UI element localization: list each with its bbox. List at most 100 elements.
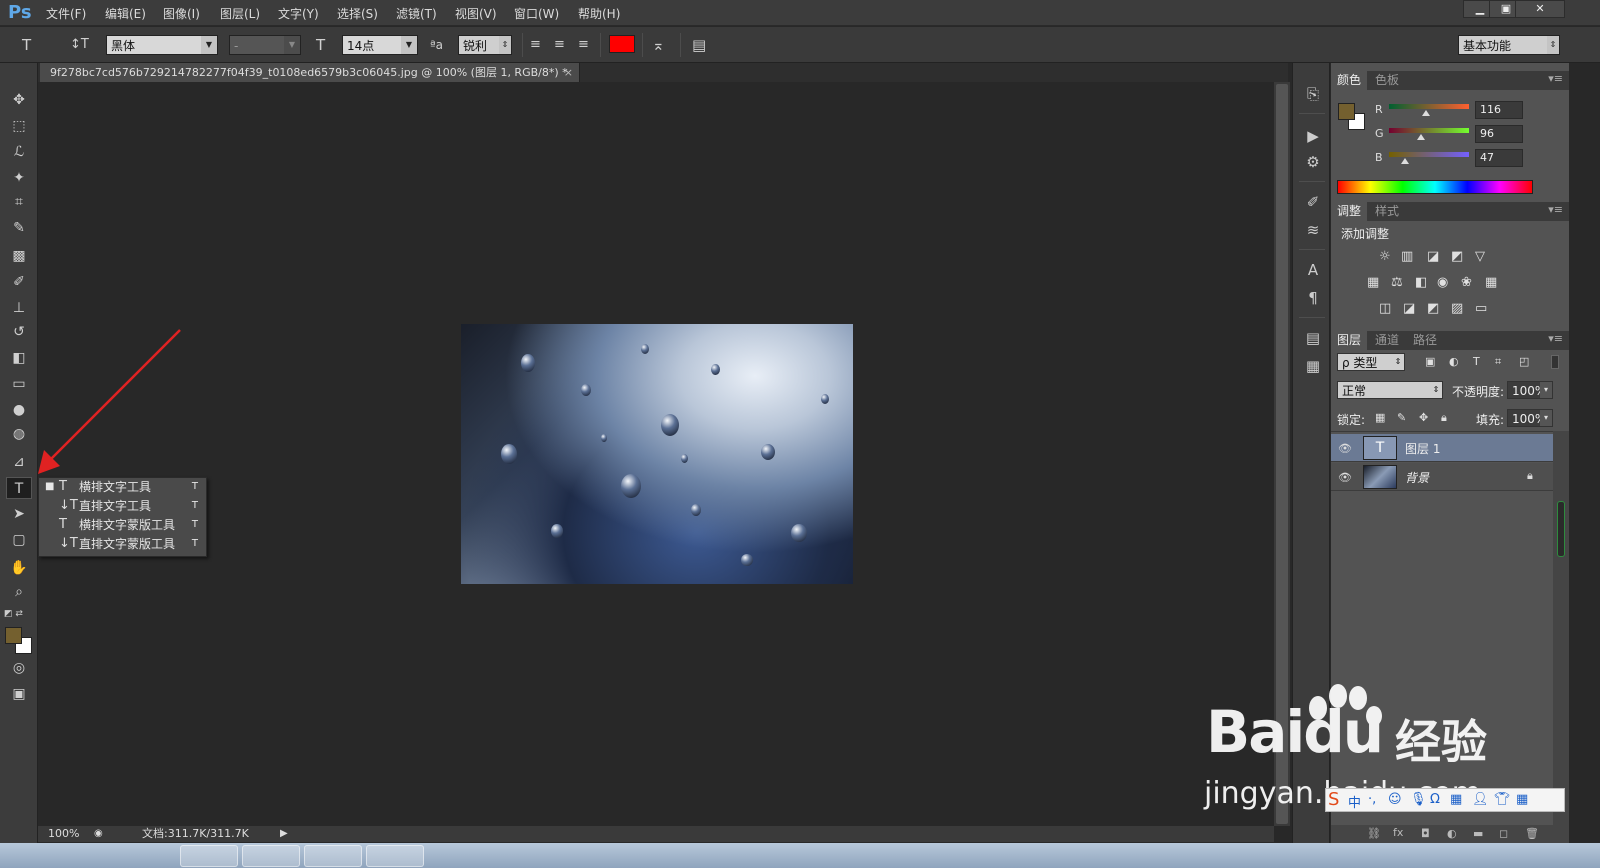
taskbar-button[interactable] — [180, 845, 238, 867]
ime-toolbar[interactable]: S 中 ·, ☺ 🎙︎ Ω ▦ 👤︎ 👕︎ ▦ — [1325, 788, 1565, 812]
menu-help[interactable]: 帮助(H) — [578, 5, 620, 22]
gradient-map-icon[interactable]: ▨ — [1451, 301, 1463, 316]
tab-styles[interactable]: 样式 — [1369, 202, 1405, 221]
dodge-tool-icon[interactable]: ◍ — [6, 423, 32, 445]
crop-tool-icon[interactable]: ⌗ — [6, 191, 32, 213]
marquee-tool-icon[interactable]: ⬚ — [6, 115, 32, 137]
red-value-input[interactable]: 116 — [1475, 101, 1523, 119]
tab-layers[interactable]: 图层 — [1331, 331, 1368, 350]
eraser-tool-icon[interactable]: ◧ — [6, 347, 32, 369]
visibility-eye-icon[interactable]: 👁︎ — [1338, 471, 1352, 484]
punctuation-icon[interactable]: ·, — [1368, 792, 1376, 807]
status-arrow-icon[interactable]: ▶ — [280, 826, 288, 842]
keyboard-icon[interactable]: ▦ — [1450, 792, 1462, 807]
hand-tool-icon[interactable]: ✋ — [6, 557, 32, 579]
document-tab[interactable]: 9f278bc7cd576b729214782277f04f39_t0108ed… — [40, 63, 580, 82]
panel-menu-icon[interactable]: ▾≡ — [1548, 203, 1563, 216]
tab-swatches[interactable]: 色板 — [1369, 71, 1405, 90]
filter-smart-object-icon[interactable]: ◰ — [1519, 355, 1529, 368]
posterize-icon[interactable]: ◪ — [1403, 301, 1415, 316]
blend-mode-select[interactable]: 正常 ⇕ — [1337, 381, 1443, 399]
toolbox-icon[interactable]: ▦ — [1516, 792, 1528, 807]
menu-view[interactable]: 视图(V) — [455, 5, 497, 22]
layer-row-background[interactable]: 👁︎ 背景 🔒︎ — [1331, 463, 1553, 491]
quick-mask-icon[interactable]: ◎ — [6, 657, 32, 679]
fill-input[interactable]: 100% ▾ — [1507, 409, 1553, 427]
taskbar-button[interactable] — [366, 845, 424, 867]
filter-pixel-icon[interactable]: ▣ — [1425, 355, 1435, 368]
lock-all-icon[interactable]: 🔒︎ — [1441, 411, 1447, 425]
color-balance-icon[interactable]: ⚖ — [1391, 275, 1403, 290]
opacity-input[interactable]: 100% ▾ — [1507, 381, 1553, 399]
menu-select[interactable]: 选择(S) — [337, 5, 378, 22]
panel-menu-icon[interactable]: ▾≡ — [1548, 332, 1563, 345]
font-family-select[interactable]: 黑体 ▼ — [106, 35, 218, 55]
close-window-button[interactable]: ✕ — [1515, 0, 1565, 18]
lock-position-icon[interactable]: ✥ — [1419, 411, 1428, 424]
flyout-vertical-type-tool[interactable]: ↓T 直排文字工具 T — [39, 497, 206, 515]
brush-presets-icon[interactable]: ≋ — [1303, 221, 1323, 239]
healing-brush-tool-icon[interactable]: ▩ — [6, 245, 32, 267]
lock-pixels-icon[interactable]: ✎ — [1397, 411, 1406, 424]
menu-filter[interactable]: 滤镜(T) — [396, 5, 437, 22]
layer-row-text[interactable]: 👁︎ T 图层 1 — [1331, 434, 1553, 462]
flyout-horizontal-type-mask-tool[interactable]: T 横排文字蒙版工具 T — [39, 516, 206, 534]
color-lookup-icon[interactable]: ▦ — [1485, 275, 1497, 290]
layer-filter-select[interactable]: ρ 类型 ⇕ — [1337, 353, 1405, 371]
menu-window[interactable]: 窗口(W) — [514, 5, 559, 22]
channel-mixer-icon[interactable]: ❀ — [1461, 275, 1472, 290]
lock-transparent-icon[interactable]: ▦ — [1375, 411, 1385, 424]
font-size-select[interactable]: 14点 ▼ — [342, 35, 418, 55]
menu-layer[interactable]: 图层(L) — [220, 5, 260, 22]
green-value-input[interactable]: 96 — [1475, 125, 1523, 143]
layer-name[interactable]: 图层 1 — [1405, 440, 1440, 457]
blue-value-input[interactable]: 47 — [1475, 149, 1523, 167]
path-selection-tool-icon[interactable]: ➤ — [6, 503, 32, 525]
taskbar-button[interactable] — [242, 845, 300, 867]
tab-channels[interactable]: 通道 — [1369, 331, 1405, 350]
filter-adjustment-icon[interactable]: ◐ — [1449, 355, 1459, 368]
layer-name[interactable]: 背景 — [1405, 469, 1429, 486]
brightness-icon[interactable]: ☼ — [1379, 249, 1391, 264]
red-slider[interactable] — [1389, 104, 1469, 109]
red-slider-handle[interactable] — [1422, 110, 1430, 116]
notes-panel-icon[interactable]: ▦ — [1303, 357, 1323, 375]
clone-stamp-tool-icon[interactable]: ⊥ — [6, 297, 32, 319]
tab-paths[interactable]: 路径 — [1407, 331, 1443, 350]
screen-mode-icon[interactable]: ▣ — [6, 683, 32, 705]
hue-saturation-icon[interactable]: ▦ — [1367, 275, 1379, 290]
document-image[interactable] — [461, 324, 853, 584]
black-white-icon[interactable]: ◧ — [1415, 275, 1427, 290]
tab-color[interactable]: 颜色 — [1331, 71, 1368, 90]
photo-filter-icon[interactable]: ◉ — [1437, 275, 1448, 290]
threshold-icon[interactable]: ◩ — [1427, 301, 1439, 316]
filter-type-icon[interactable]: T — [1473, 355, 1480, 368]
magic-wand-tool-icon[interactable]: ✦ — [6, 167, 32, 189]
align-right-icon[interactable]: ≡ — [578, 36, 589, 54]
scroll-thumb[interactable] — [1557, 501, 1565, 557]
menu-image[interactable]: 图像(I) — [163, 5, 200, 22]
actions-panel-icon[interactable]: ▶ — [1303, 127, 1323, 145]
font-style-select[interactable]: - ▼ — [229, 35, 301, 55]
workspace-select[interactable]: 基本功能 ⇕ — [1458, 35, 1560, 55]
flyout-horizontal-type-tool[interactable]: ■ T 横排文字工具 T — [39, 478, 206, 496]
flyout-vertical-type-mask-tool[interactable]: ↓T 直排文字蒙版工具 T — [39, 535, 206, 553]
character-panel-icon[interactable]: A — [1303, 261, 1323, 279]
invert-icon[interactable]: ◫ — [1379, 301, 1391, 316]
blur-tool-icon[interactable]: ● — [6, 399, 32, 421]
filter-shape-icon[interactable]: ⌗ — [1495, 355, 1501, 369]
brush-panel-icon[interactable]: ✐ — [1303, 193, 1323, 211]
align-left-icon[interactable]: ≡ — [530, 36, 541, 54]
menu-file[interactable]: 文件(F) — [46, 5, 86, 22]
status-menu-icon[interactable]: ◉ — [94, 826, 103, 842]
vibrance-icon[interactable]: ▽ — [1475, 249, 1485, 264]
lasso-tool-icon[interactable]: ℒ — [6, 141, 32, 163]
emoji-icon[interactable]: ☺ — [1388, 792, 1402, 807]
exposure-icon[interactable]: ◩ — [1451, 249, 1463, 264]
skin-icon[interactable]: 👕︎ — [1494, 792, 1511, 807]
foreground-color-swatch[interactable] — [5, 627, 22, 644]
history-brush-tool-icon[interactable]: ↺ — [6, 321, 32, 343]
filter-toggle[interactable] — [1551, 355, 1559, 369]
eyedropper-tool-icon[interactable]: ✎ — [6, 217, 32, 239]
brush-tool-icon[interactable]: ✐ — [6, 271, 32, 293]
